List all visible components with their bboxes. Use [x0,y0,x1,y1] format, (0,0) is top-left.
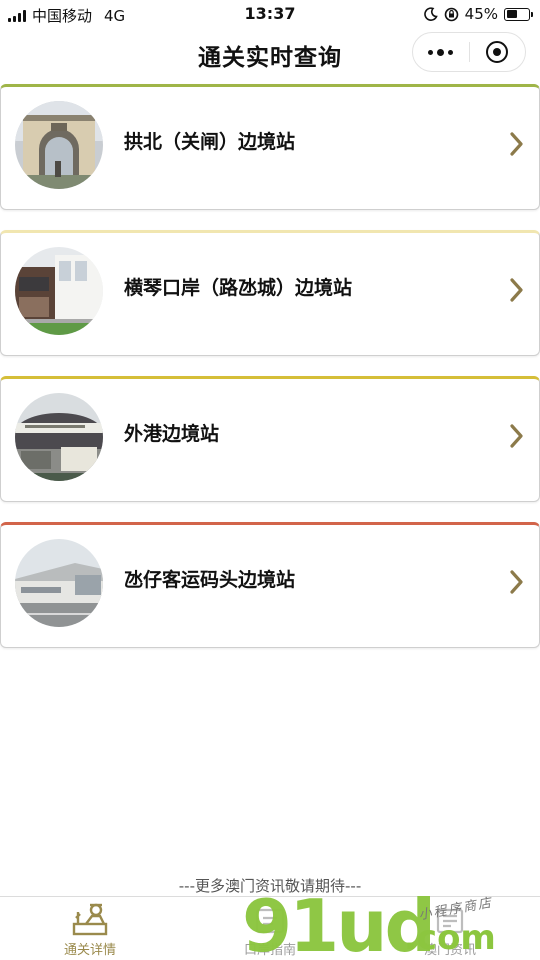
station-name: 拱北（关闸）边境站 [124,131,296,153]
station-name: 氹仔客运码头边境站 [124,569,296,591]
nav-bar: 通关实时查询 [0,30,540,82]
station-card-outer-harbour[interactable]: 外港边境站 [0,376,540,502]
hengqin-port-photo [15,247,103,335]
station-card-hengqin[interactable]: 横琴口岸（路氹城）边境站 [0,230,540,356]
taipa-ferry-photo [15,539,103,627]
more-dots-icon [428,48,454,56]
status-bar: 中国移动 4G 13:37 45% [0,0,540,30]
watermark-domain: .com [404,918,496,958]
outer-harbour-photo [15,393,103,481]
station-name: 外港边境站 [124,423,220,445]
tab-label: 通关详情 [63,943,116,958]
station-card-gongbei[interactable]: 拱北（关闸）边境站 [0,84,540,210]
gongbei-gate-photo [15,101,103,189]
mini-program-capsule [412,32,526,72]
orientation-lock-icon [444,7,458,21]
moon-icon [423,7,438,21]
station-name: 横琴口岸（路氹城）边境站 [124,277,353,299]
battery-fill [506,10,518,18]
chevron-right-icon [510,570,523,594]
status-right: 45% [423,5,533,23]
station-card-taipa-ferry[interactable]: 氹仔客运码头边境站 [0,522,540,648]
chevron-right-icon [510,424,523,448]
chevron-right-icon [510,132,523,156]
tab-customs-details[interactable]: 通关详情 [0,897,180,960]
battery-icon [504,7,533,21]
target-circle-icon [486,41,509,63]
close-button[interactable] [470,33,526,71]
battery-percent: 45% [464,5,498,23]
customs-officer-icon [72,903,108,936]
more-button[interactable] [413,33,469,71]
chevron-right-icon [510,278,523,302]
